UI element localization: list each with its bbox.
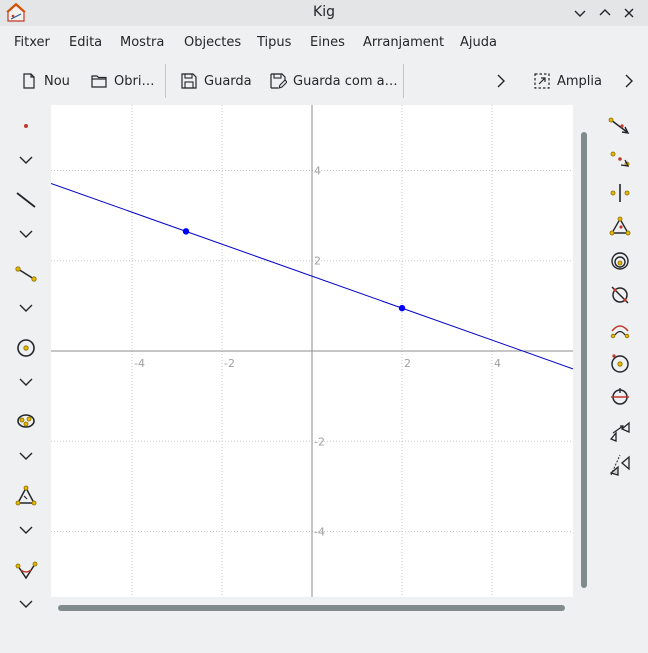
chevron-down-icon[interactable] bbox=[14, 518, 38, 542]
new-button-label: Nou bbox=[44, 73, 70, 89]
reflection-icon[interactable] bbox=[608, 453, 632, 477]
close-icon[interactable] bbox=[620, 4, 638, 22]
chevron-down-icon[interactable] bbox=[14, 444, 38, 468]
title-bar: Kig bbox=[0, 0, 648, 26]
menu-file[interactable]: Fitxer bbox=[14, 35, 50, 50]
chevron-down-icon[interactable] bbox=[14, 148, 38, 172]
save-as-button[interactable]: Guarda com a… bbox=[269, 68, 398, 94]
intersection-icon[interactable] bbox=[608, 283, 632, 307]
save-icon bbox=[181, 73, 197, 89]
vertical-scrollbar[interactable] bbox=[581, 114, 587, 588]
circle-tool-icon[interactable] bbox=[14, 336, 38, 360]
chevron-right-icon bbox=[497, 74, 505, 88]
open-button-label: Obri… bbox=[114, 73, 155, 89]
right-tool-column bbox=[600, 110, 640, 490]
plot-point bbox=[182, 228, 190, 235]
x-tick-label: -2 bbox=[224, 357, 235, 370]
folder-icon bbox=[91, 75, 107, 88]
status-bar bbox=[0, 622, 648, 653]
window-title: Kig bbox=[313, 4, 335, 20]
plot-svg: 6-4-22442-2-4 bbox=[51, 105, 573, 597]
save-button-label: Guarda bbox=[204, 73, 252, 89]
save-button[interactable]: Guarda bbox=[180, 68, 252, 94]
maximize-icon[interactable] bbox=[596, 4, 614, 22]
menu-edit[interactable]: Edita bbox=[69, 35, 102, 50]
y-tick-label: 4 bbox=[314, 164, 321, 177]
line-circle-intersection-icon[interactable] bbox=[608, 385, 632, 409]
axes bbox=[51, 105, 573, 597]
vector-icon[interactable] bbox=[608, 114, 632, 138]
x-tick-label: -4 bbox=[134, 357, 145, 370]
toolbar-separator bbox=[403, 64, 404, 98]
arc-icon[interactable] bbox=[608, 317, 632, 341]
segment-tool-icon[interactable] bbox=[14, 262, 38, 286]
main-toolbar: Nou Obri… Guarda Guarda com a… Amplia bbox=[0, 62, 648, 100]
x-tick-label: 4 bbox=[494, 357, 501, 370]
point-tool-icon[interactable] bbox=[14, 114, 38, 138]
menu-settings[interactable]: Arranjament bbox=[363, 35, 444, 50]
minimize-icon[interactable] bbox=[571, 4, 589, 22]
save-as-button-label: Guarda com a… bbox=[293, 73, 398, 89]
y-tick-label: -2 bbox=[314, 435, 325, 448]
menu-tools[interactable]: Eines bbox=[310, 35, 345, 50]
perpendicular-icon[interactable] bbox=[608, 181, 632, 205]
menu-view[interactable]: Mostra bbox=[120, 35, 164, 50]
menu-types[interactable]: Tipus bbox=[257, 35, 291, 50]
new-document-icon bbox=[23, 73, 35, 89]
chevron-right-icon bbox=[625, 74, 633, 88]
chevron-down-icon[interactable] bbox=[14, 370, 38, 394]
new-button[interactable]: Nou bbox=[20, 68, 70, 94]
y-tick-label: 2 bbox=[314, 255, 321, 268]
geometry-canvas[interactable]: 6-4-22442-2-4 bbox=[51, 105, 573, 597]
toolbar-overflow-button-2[interactable] bbox=[619, 68, 643, 94]
midpoint-icon[interactable] bbox=[608, 147, 632, 171]
toolbar-overflow-button[interactable] bbox=[491, 68, 515, 94]
left-tool-column bbox=[0, 104, 52, 620]
circle-center-icon[interactable] bbox=[608, 351, 632, 375]
y-tick-label: -4 bbox=[314, 526, 325, 539]
angle-tool-icon[interactable] bbox=[14, 558, 38, 582]
line-tool-icon[interactable] bbox=[14, 188, 38, 212]
plot-point bbox=[398, 304, 406, 312]
conic-tool-icon[interactable] bbox=[14, 409, 38, 433]
x-tick-label: 2 bbox=[404, 357, 411, 370]
chevron-down-icon[interactable] bbox=[14, 296, 38, 320]
open-button[interactable]: Obri… bbox=[90, 68, 154, 94]
menu-help[interactable]: Ajuda bbox=[460, 35, 497, 50]
menu-bar: Fitxer Edita Mostra Objectes Tipus Eines… bbox=[0, 30, 648, 56]
triangle-tool-icon[interactable] bbox=[14, 484, 38, 508]
polygon-vertices-icon[interactable] bbox=[608, 215, 632, 239]
menu-objects[interactable]: Objectes bbox=[184, 35, 241, 50]
chevron-down-icon[interactable] bbox=[14, 592, 38, 616]
chevron-down-icon[interactable] bbox=[14, 222, 38, 246]
horizontal-scrollbar[interactable] bbox=[58, 605, 565, 611]
toolbar-separator bbox=[165, 64, 166, 98]
save-as-icon bbox=[270, 73, 287, 89]
vertical-scrollbar-handle[interactable] bbox=[581, 132, 587, 588]
zoom-button-label: Amplia bbox=[557, 73, 602, 89]
zoom-area-icon bbox=[534, 73, 550, 89]
spiral-icon[interactable] bbox=[608, 249, 632, 273]
translation-icon[interactable] bbox=[608, 419, 632, 443]
zoom-button[interactable]: Amplia bbox=[533, 68, 602, 94]
